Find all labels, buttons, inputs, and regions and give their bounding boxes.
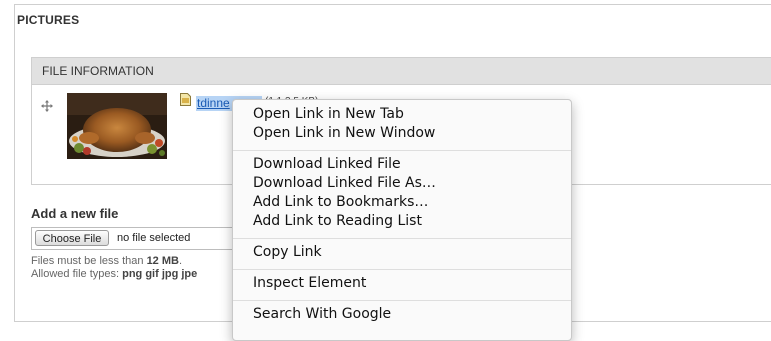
file-information-header: FILE INFORMATION	[32, 58, 771, 85]
file-types-help: Allowed file types: png gif jpg jpe	[31, 268, 197, 280]
thumbnail-image	[67, 93, 167, 159]
pictures-legend: PICTURES	[17, 13, 80, 27]
menu-item-search-with-google[interactable]: Search With Google	[253, 305, 391, 324]
context-menu: Open Link in New Tab Open Link in New Wi…	[232, 99, 572, 341]
file-size-limit: 12 MB	[146, 255, 179, 267]
file-size-help-suffix: .	[178, 255, 183, 267]
menu-item-inspect-element[interactable]: Inspect Element	[253, 274, 366, 293]
file-types-help-prefix: Allowed file types:	[31, 268, 123, 280]
menu-item-open-link-new-window[interactable]: Open Link in New Window	[253, 124, 435, 143]
file-size-help: Files must be less than 12 MB.	[31, 255, 182, 267]
menu-item-add-link-to-bookmarks[interactable]: Add Link to Bookmarks…	[253, 193, 428, 212]
menu-separator	[233, 150, 571, 151]
image-file-icon	[180, 93, 191, 106]
menu-item-open-link-new-tab[interactable]: Open Link in New Tab	[253, 105, 404, 124]
allowed-file-types: png gif jpg jpe	[122, 268, 198, 280]
no-file-selected-text: no file selected	[117, 232, 191, 244]
menu-separator	[233, 269, 571, 270]
menu-separator	[233, 300, 571, 301]
file-size-help-prefix: Files must be less than	[31, 255, 147, 267]
menu-item-download-linked-file-as[interactable]: Download Linked File As…	[253, 174, 436, 193]
menu-separator	[233, 238, 571, 239]
menu-item-add-link-to-reading-list[interactable]: Add Link to Reading List	[253, 212, 422, 231]
add-new-file-title: Add a new file	[31, 206, 119, 221]
menu-item-download-linked-file[interactable]: Download Linked File	[253, 155, 401, 174]
move-cross-icon[interactable]	[41, 99, 53, 112]
menu-item-copy-link[interactable]: Copy Link	[253, 243, 322, 262]
choose-file-button[interactable]: Choose File	[35, 230, 109, 246]
